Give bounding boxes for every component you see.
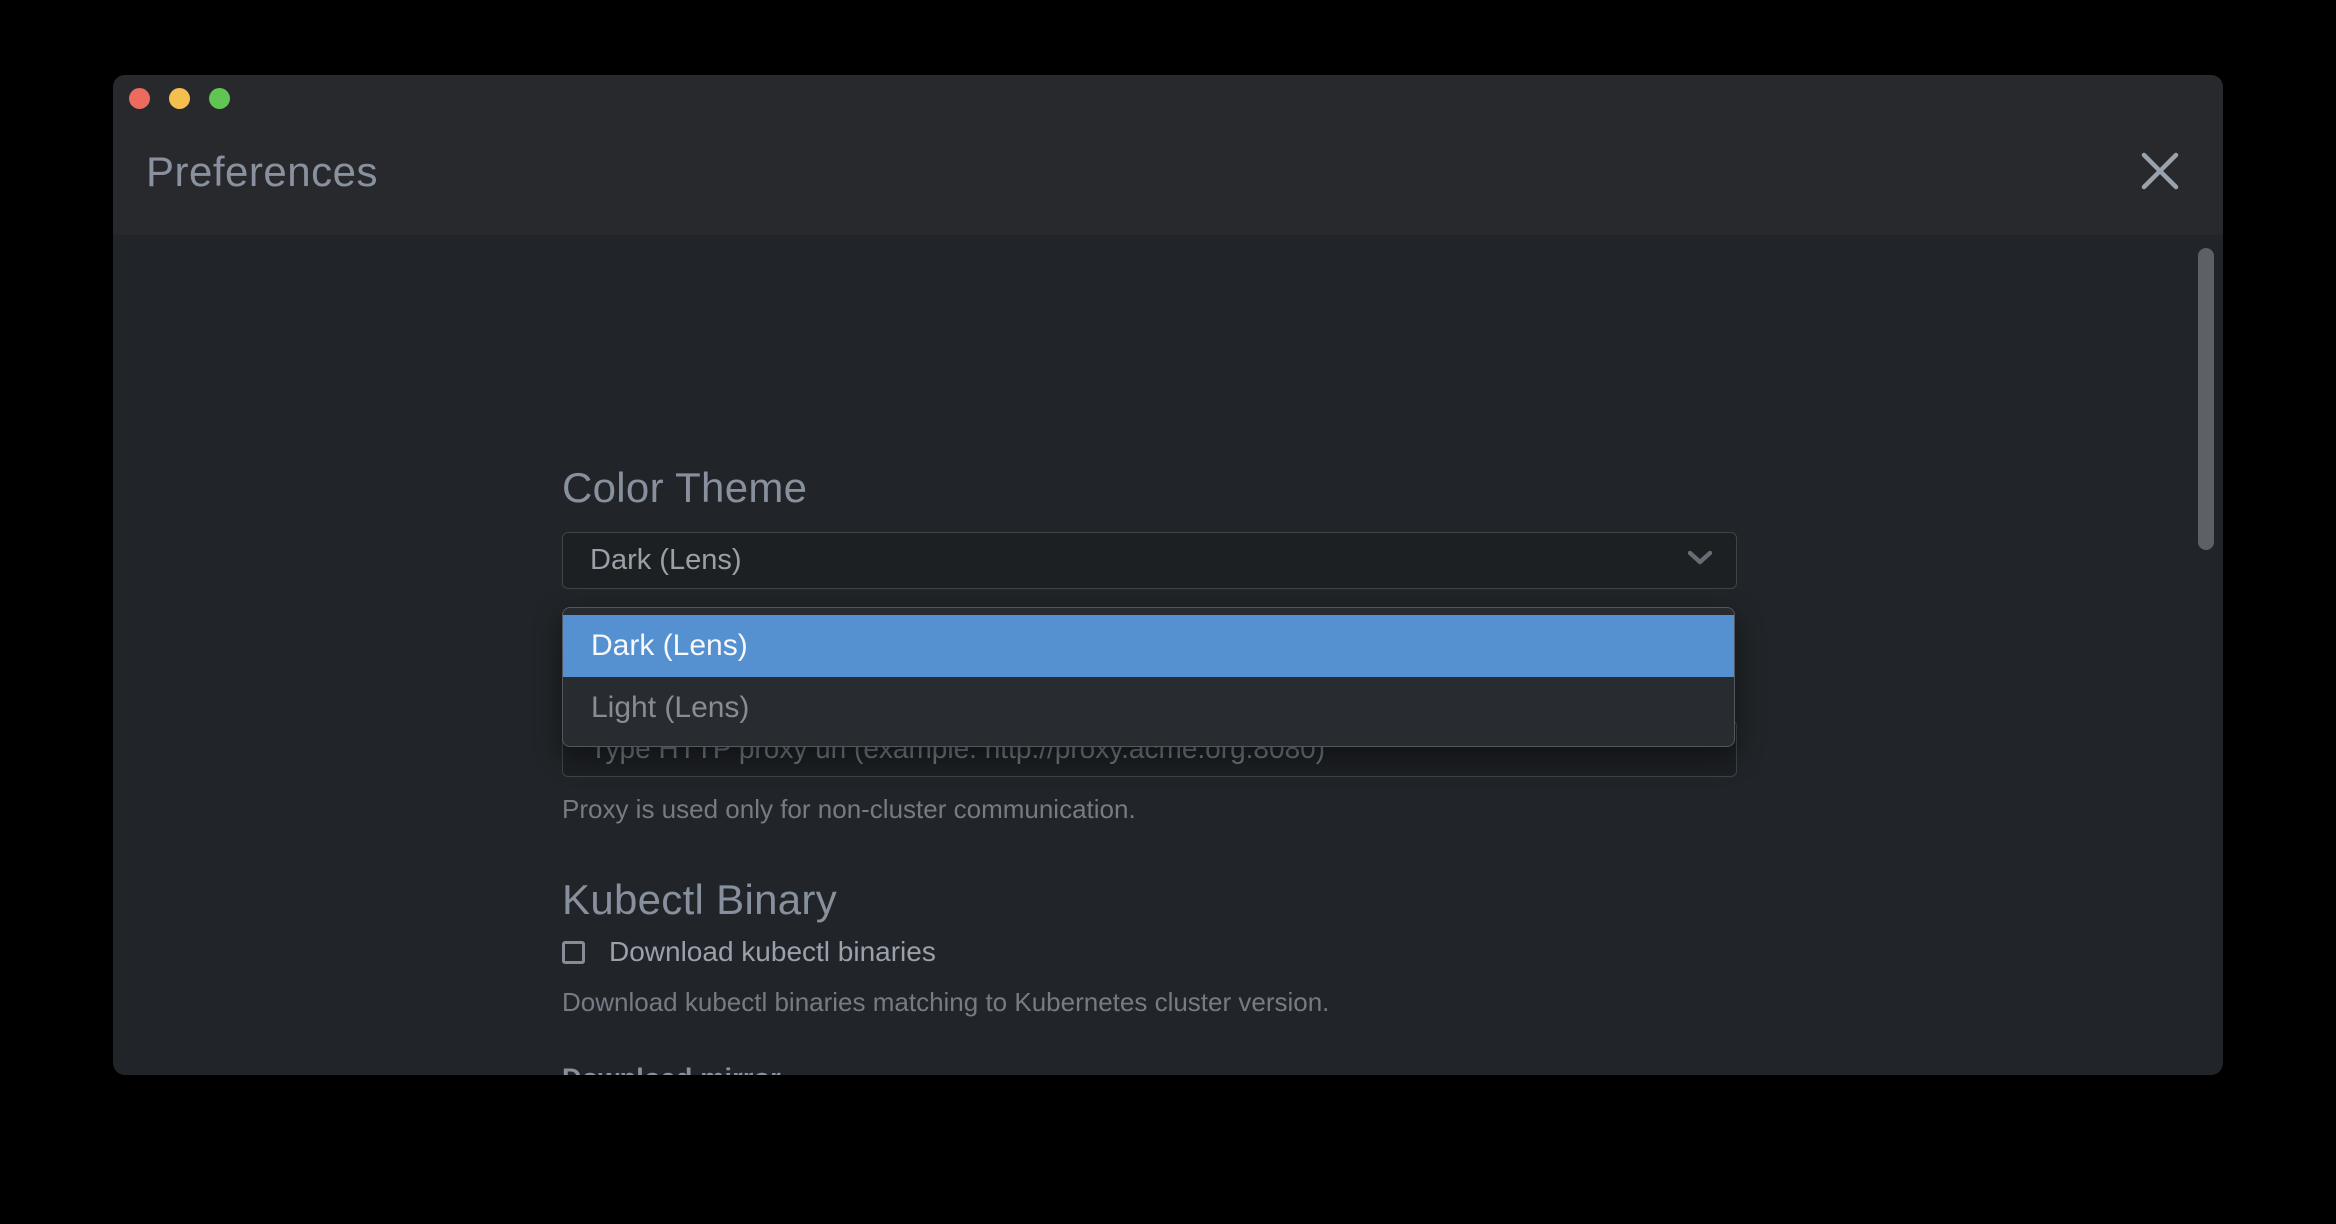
dropdown-option-dark-lens[interactable]: Dark (Lens) xyxy=(563,615,1734,677)
page-title: Preferences xyxy=(146,151,378,193)
titlebar: Preferences xyxy=(113,75,2223,235)
download-kubectl-label: Download kubectl binaries xyxy=(609,938,936,966)
kubectl-binary-heading: Kubectl Binary xyxy=(562,879,1737,921)
preferences-content: Color Theme Dark (Lens) Dark (Lens) Ligh… xyxy=(113,235,2223,1075)
close-icon xyxy=(2141,152,2179,193)
traffic-lights xyxy=(129,88,230,109)
scrollbar-thumb[interactable] xyxy=(2198,248,2214,550)
color-theme-select-value: Dark (Lens) xyxy=(590,544,1688,577)
close-traffic-light[interactable] xyxy=(129,88,150,109)
download-kubectl-checkbox[interactable] xyxy=(562,941,585,964)
preferences-window: Preferences Color Theme Dark (Lens) Dark… xyxy=(113,75,2223,1075)
download-mirror-label: Download mirror xyxy=(562,1065,781,1075)
color-theme-select[interactable]: Dark (Lens) xyxy=(562,532,1737,589)
chevron-down-icon xyxy=(1688,551,1712,570)
maximize-traffic-light[interactable] xyxy=(209,88,230,109)
kubectl-description: Download kubectl binaries matching to Ku… xyxy=(562,989,1329,1015)
download-kubectl-checkbox-row[interactable]: Download kubectl binaries xyxy=(562,938,936,966)
proxy-note: Proxy is used only for non-cluster commu… xyxy=(562,796,1136,822)
dropdown-option-light-lens[interactable]: Light (Lens) xyxy=(563,677,1734,739)
color-theme-heading: Color Theme xyxy=(562,467,1737,509)
minimize-traffic-light[interactable] xyxy=(169,88,190,109)
color-theme-dropdown-menu: Dark (Lens) Light (Lens) xyxy=(562,607,1735,747)
close-button[interactable] xyxy=(2129,141,2191,203)
